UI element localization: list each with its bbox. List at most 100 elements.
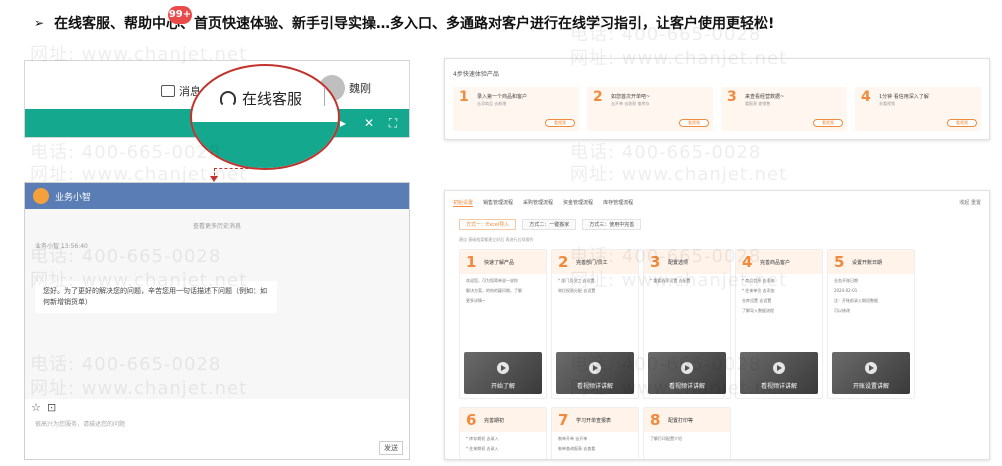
message-sender: 业务小智 13:56:40: [35, 243, 88, 250]
bullet-icon: ➢: [34, 16, 45, 30]
expand-icon[interactable]: ⛶: [383, 113, 403, 133]
step-line[interactable]: 了解导入数据流程: [742, 308, 816, 314]
step-line: 欢迎您，可为您简单说一说你: [466, 278, 518, 283]
method-selector: 方式一：Excel导入 方式二：一键搬家 方式三：使用中完善: [459, 219, 642, 230]
video-thumbnail[interactable]: 看视频详讲解: [556, 352, 634, 394]
message-badge: 99+: [168, 6, 192, 24]
step-header: 2 完善部门/员工: [552, 250, 638, 274]
step-actions[interactable]: 去开单 去收款 查库存: [611, 101, 650, 107]
video-thumbnail[interactable]: 开始了解: [464, 352, 542, 394]
headline: ➢ 在线客服、帮助中心、首页快速体验、新手引导实操…多入口、多通路对客户进行在线…: [34, 12, 774, 34]
chat-title: 业务小智: [55, 192, 92, 203]
quick-step-card[interactable]: 4 1分钟 看信用深入了解 去看视频 看视频: [855, 87, 981, 131]
video-thumbnail[interactable]: 看视频详讲解: [648, 352, 726, 394]
quick-experience-title: 4步快速体验产品: [453, 71, 499, 78]
guide-step-card[interactable]: 7 学习开单查报表 制单开单 去开单 制单查询报表 去查看: [551, 407, 639, 459]
step-header: 6 完善期初: [460, 408, 546, 432]
step-title: 完善部门/员工: [576, 260, 608, 266]
watch-video-button[interactable]: 看视频: [545, 119, 575, 127]
quick-step-card[interactable]: 3 来查看经营数据~ 看报表 查销售 看视频: [721, 87, 847, 131]
step-line[interactable]: 了解打印配置介绍: [650, 436, 724, 442]
method-improve-in-use[interactable]: 方式三：使用中完善: [582, 219, 642, 230]
step-title: 如您首次开单吧~: [611, 94, 651, 100]
step-line[interactable]: * 往来期初 去录入: [466, 446, 540, 452]
step-line[interactable]: 制单开单 去开单: [558, 436, 632, 442]
step-number: 3: [650, 253, 661, 271]
chat-window: 业务小智 查看更多历史消息 业务小智 13:56:40 您好。为了更好的解决您的…: [24, 182, 410, 460]
online-service-magnifier: 在线客服: [190, 64, 340, 170]
history-link[interactable]: 查看更多历史消息: [25, 221, 409, 230]
quick-step-card[interactable]: 2 如您首次开单吧~ 去开单 去收款 查库存 看视频: [587, 87, 713, 131]
guide-hint: 建议 基础档案都建立好后 再进行后续操作: [459, 237, 534, 242]
step-actions[interactable]: 去添商品 去新增: [477, 101, 506, 107]
image-upload-icon[interactable]: ⊡: [47, 402, 59, 414]
guide-step-card[interactable]: 5 设置开账日期 业务开账日期 2024-02-01 注：开账前录入期初数据 可…: [827, 249, 915, 399]
step-number: 4: [861, 89, 871, 105]
callout-connector: [214, 168, 264, 180]
guide-step-card[interactable]: 4 完善商品客户 * 商品信息 去添加 * 往来单位 去添加 仓库设置 去设置 …: [735, 249, 823, 399]
step-line[interactable]: * 部门及员工 去设置: [558, 278, 632, 284]
step-line[interactable]: * 库存期初 去录入: [466, 436, 540, 442]
step-line[interactable]: 制单查询报表 去查看: [558, 446, 632, 452]
video-label: 看视频详讲解: [668, 383, 705, 390]
step-line: 业务开账日期: [834, 278, 858, 283]
guide-step-card[interactable]: 6 完善期初 * 库存期初 去录入 * 往来期初 去录入: [459, 407, 547, 459]
tab-purchase-flow[interactable]: 采购管理流程: [523, 199, 553, 207]
step-header: 7 学习开单查报表: [552, 408, 638, 432]
callout-arrow-icon: [210, 176, 218, 182]
send-button[interactable]: 发送: [379, 441, 403, 455]
video-label: 看视频详讲解: [576, 383, 613, 390]
chat-input[interactable]: 很高兴为您服务，请描述您的问题: [35, 419, 125, 428]
guide-step-card[interactable]: 2 完善部门/员工 * 部门及员工 去设置 岗位权限分配 去设置 看视频详讲解: [551, 249, 639, 399]
method-excel-import[interactable]: 方式一：Excel导入: [459, 219, 517, 230]
step-title: 设置开账日期: [852, 260, 883, 266]
play-icon: [589, 362, 601, 374]
chat-body[interactable]: 查看更多历史消息 业务小智 13:56:40 您好。为了更好的解决您的问题，辛苦…: [25, 209, 409, 399]
video-thumbnail[interactable]: 看视频详讲解: [740, 352, 818, 394]
watermark: 电话: 400-665-0028: [570, 142, 762, 163]
tab-initial-setup[interactable]: 初始设置: [453, 199, 474, 207]
step-line[interactable]: * 商品信息 去添加: [742, 278, 816, 284]
online-service-button[interactable]: 在线客服: [220, 88, 302, 109]
guide-step-card[interactable]: 1 快速了解产品 欢迎您，可为您简单说一说你 解决方案，的你的疑问期，了解 更多…: [459, 249, 547, 399]
online-service-label: 在线客服: [242, 90, 303, 108]
tab-funds-flow[interactable]: 资金管理流程: [563, 199, 593, 207]
step-number: 1: [466, 253, 477, 271]
step-line[interactable]: 仓库设置 去设置: [742, 298, 816, 304]
guide-step-card[interactable]: 3 配置选项 * 重要选项设置 去配置 看视频详讲解: [643, 249, 731, 399]
step-number: 3: [727, 89, 737, 105]
play-icon: [773, 362, 785, 374]
guide-step-card[interactable]: 8 配置打印等 了解打印配置介绍: [643, 407, 731, 459]
headline-text: 在线客服、帮助中心、首页快速体验、新手引导实操…多入口、多通路对客户进行在线学习…: [54, 16, 775, 32]
step-line: 可以修改: [834, 308, 850, 313]
step-actions[interactable]: 去看视频: [879, 101, 895, 107]
step-line[interactable]: 岗位权限分配 去设置: [558, 288, 632, 294]
favorite-icon[interactable]: ☆: [31, 402, 43, 414]
watch-video-button[interactable]: 看视频: [679, 119, 709, 127]
headset-icon: [220, 90, 236, 107]
tab-inventory-flow[interactable]: 库存管理流程: [603, 199, 633, 207]
play-icon: [865, 362, 877, 374]
watch-video-button[interactable]: 看视频: [947, 119, 977, 127]
method-one-click-move[interactable]: 方式二：一键搬家: [522, 219, 577, 230]
watch-video-button[interactable]: 看视频: [813, 119, 843, 127]
step-line: 更多详情~: [466, 298, 486, 303]
chat-tools: ☆ ⊡: [31, 402, 59, 414]
step-number: 2: [558, 253, 569, 271]
step-actions[interactable]: 看报表 查销售: [745, 101, 770, 107]
collapse-reset-links[interactable]: 收起 重置: [959, 199, 981, 206]
step-number: 4: [742, 253, 753, 271]
step-header: 8 配置打印等: [644, 408, 730, 432]
date-picker[interactable]: 2024-02-01: [834, 288, 908, 294]
step-title: 快速了解产品: [484, 260, 515, 266]
step-number: 8: [650, 411, 661, 429]
message-bubble: 您好。为了更好的解决您的问题，辛苦您用一句话描述下问题（例如：如何新增销货单）: [35, 281, 277, 313]
close-icon[interactable]: ✕: [359, 113, 379, 133]
quick-step-card[interactable]: 1 录入第一个商品和客户 去添商品 去新增 看视频: [453, 87, 579, 131]
step-line[interactable]: * 重要选项设置 去配置: [650, 278, 724, 284]
step-number: 1: [459, 89, 469, 105]
step-line[interactable]: * 往来单位 去添加: [742, 288, 816, 294]
play-icon: [681, 362, 693, 374]
video-thumbnail[interactable]: 开账设置讲解: [832, 352, 910, 394]
tab-sales-flow[interactable]: 销售管理流程: [483, 199, 513, 207]
